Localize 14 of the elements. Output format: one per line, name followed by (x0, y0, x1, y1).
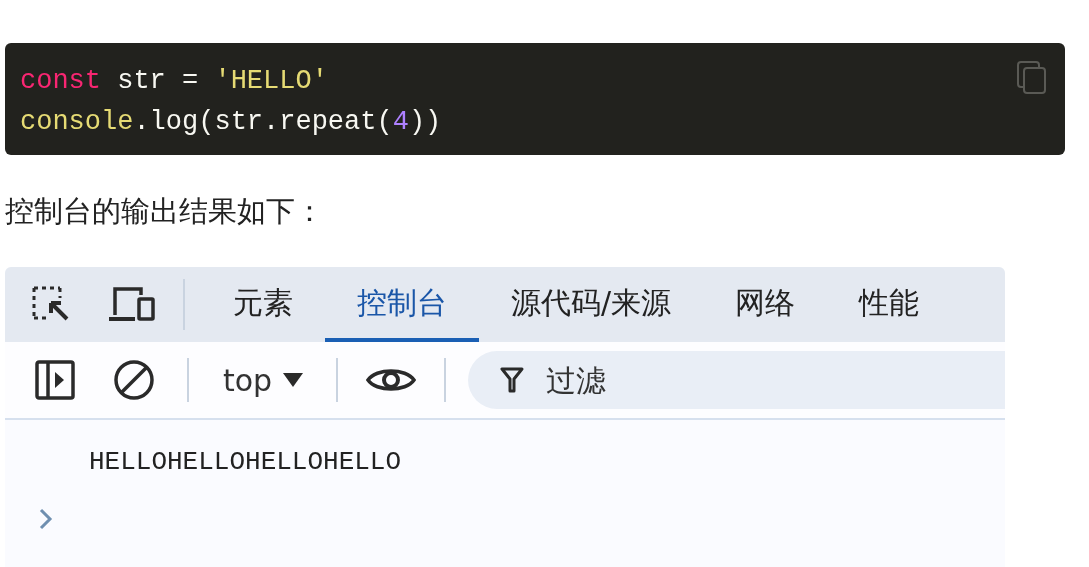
tab[interactable]: 性能 (827, 267, 952, 342)
tab[interactable]: 元素 (201, 267, 325, 342)
context-dropdown[interactable]: top (211, 362, 315, 398)
console-output: HELLOHELLOHELLOHELLO (89, 446, 403, 479)
code-line: const str = 'HELLO' (20, 65, 328, 98)
chevron-icon (39, 508, 53, 530)
sidebar-toggle-icon[interactable] (35, 360, 75, 400)
tab[interactable]: 源代码/来源 (479, 267, 704, 342)
clear-icon[interactable] (113, 359, 155, 401)
code-line: console.log(str.repeat(4)) (20, 106, 442, 139)
paragraph: 控制台的输出结果如下： (4, 193, 325, 230)
caret-icon (282, 372, 305, 388)
tab[interactable]: 网络 (703, 267, 828, 342)
filter-field[interactable]: 过滤 (468, 351, 1005, 409)
